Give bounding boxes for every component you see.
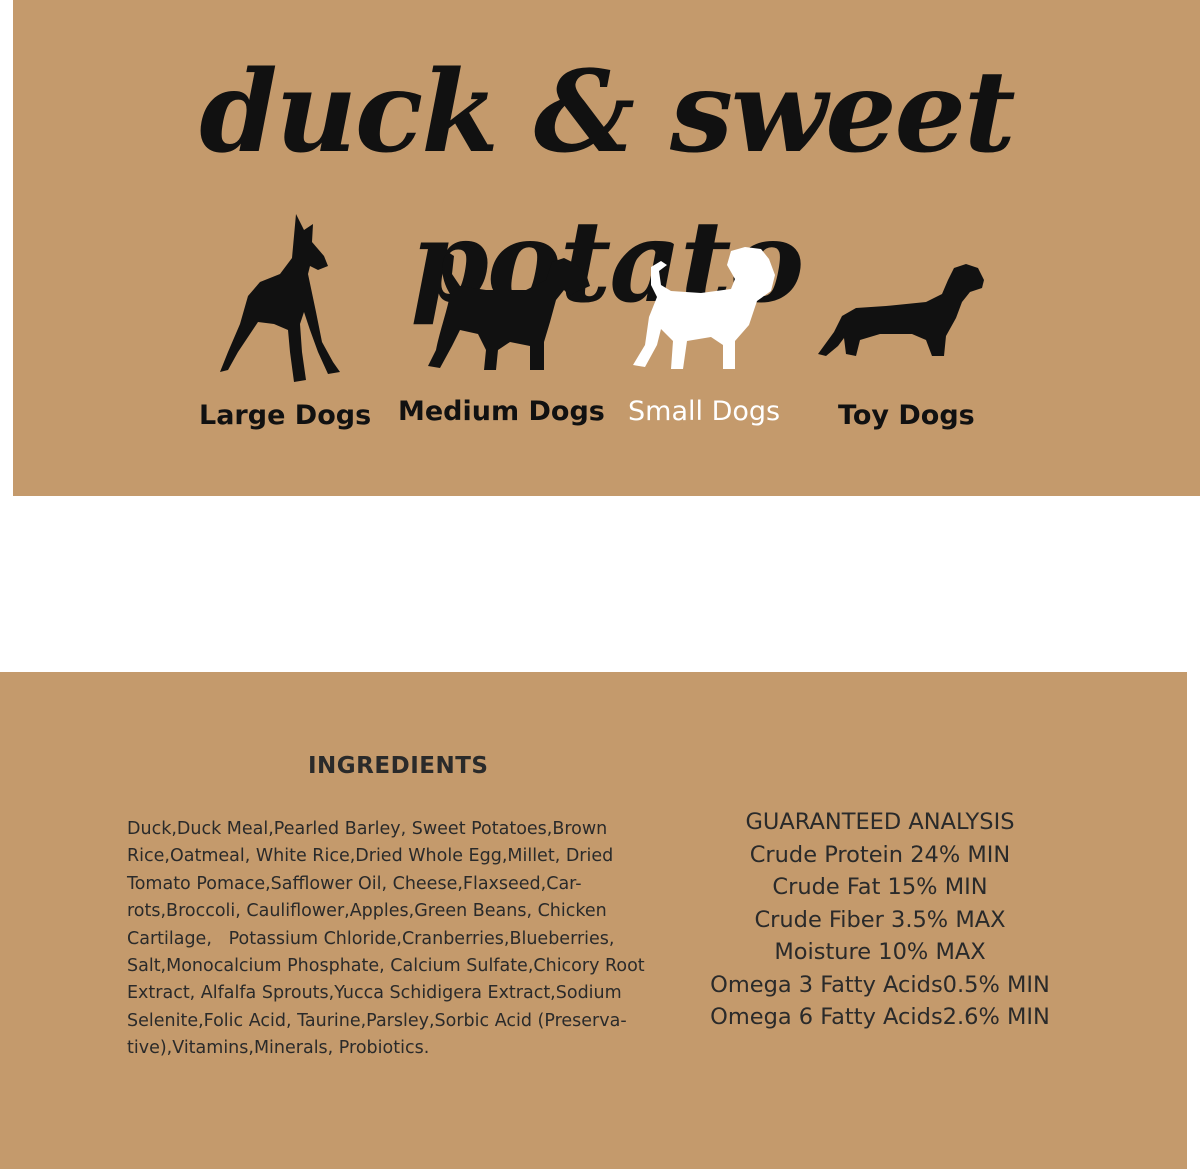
dog-size-label-large[interactable]: Large Dogs: [199, 400, 371, 431]
ingredients-line: Extract, Alfalfa Sprouts,Yucca Schidiger…: [127, 983, 622, 1004]
ingredients-line: Selenite,Folic Acid, Taurine,Parsley,Sor…: [127, 1010, 627, 1031]
ingredients-heading: INGREDIENTS: [308, 753, 489, 779]
ingredients-line: Cartilage, Potassium Chloride,Cranberrie…: [127, 928, 615, 949]
analysis-item: Crude Fiber 3.5% MAX: [754, 906, 1006, 933]
analysis-item: Moisture 10% MAX: [774, 939, 986, 965]
dog-size-label-medium[interactable]: Medium Dogs: [398, 396, 605, 427]
analysis-item: Omega 3 Fatty Acids0.5% MIN: [710, 971, 1050, 998]
ingredients-line: rots,Broccoli, Cauliflower,Apples,Green …: [127, 901, 607, 922]
ingredients-line: tive),Vitamins,Minerals, Probiotics.: [127, 1038, 430, 1059]
analysis-item: Crude Fat 15% MIN: [772, 874, 988, 900]
ingredients-line: Tomato Pomace,Safflower Oil, Cheese,Flax…: [127, 873, 582, 894]
analysis-item: Crude Protein 24% MIN: [749, 841, 1011, 868]
large-dog-icon[interactable]: [218, 212, 343, 387]
product-header-panel: duck & sweet potato Large Dogs Medium Do…: [13, 0, 1200, 496]
ingredients-line: Duck,Duck Meal,Pearled Barley, Sweet Pot…: [127, 819, 608, 839]
small-dog-icon[interactable]: [631, 245, 776, 373]
toy-dog-icon[interactable]: [816, 262, 986, 360]
ingredients-line: Salt,Monocalcium Phosphate, Calcium Sulf…: [127, 956, 645, 977]
analysis-item: Omega 6 Fatty Acids2.6% MIN: [710, 1004, 1050, 1030]
dog-size-label-toy[interactable]: Toy Dogs: [838, 400, 975, 431]
nutrition-info-panel: INGREDIENTS Duck,Duck Meal,Pearled Barle…: [0, 672, 1187, 1169]
guaranteed-analysis-heading: GUARANTEED ANALYSIS: [745, 809, 1015, 835]
medium-dog-icon[interactable]: [426, 250, 591, 372]
guaranteed-analysis: GUARANTEED ANALYSIS Crude Protein 24% MI…: [690, 806, 1070, 1034]
dog-size-label-small[interactable]: Small Dogs: [628, 396, 780, 427]
product-title: duck & sweet potato: [199, 47, 1015, 328]
ingredients-list: Duck,Duck Meal,Pearled Barley, Sweet Pot…: [127, 816, 667, 1063]
ingredients-line: Rice,Oatmeal, White Rice,Dried Whole Egg…: [127, 846, 614, 867]
